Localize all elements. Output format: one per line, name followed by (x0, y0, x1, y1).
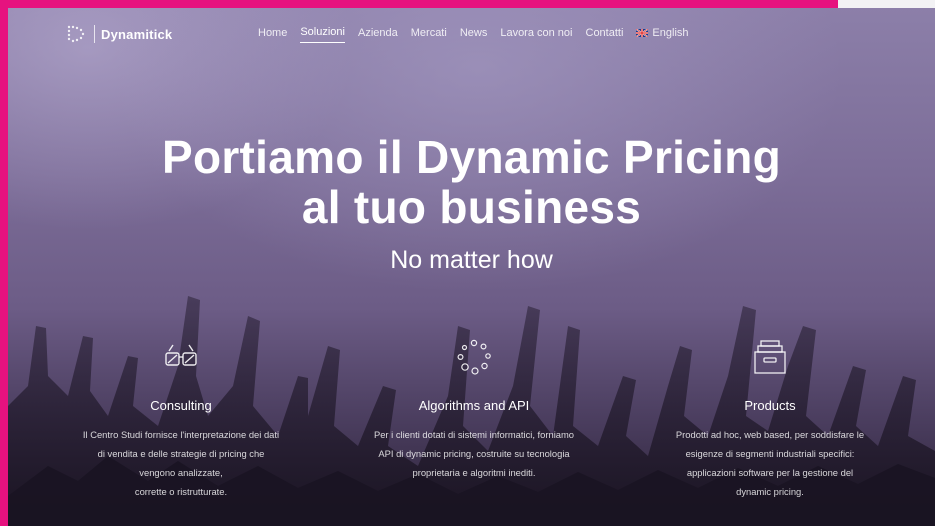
nav-item-news[interactable]: News (460, 26, 488, 43)
3d-glasses-icon (165, 344, 197, 366)
feature-line: corrette o ristrutturate. (134, 486, 228, 497)
feature-algorithms-api: Algorithms and API Per i clienti dotati … (344, 336, 604, 482)
feature-line: applicazioni software per la gestione de… (686, 467, 854, 478)
feature-line: proprietaria e algoritmi inediti. (412, 467, 536, 478)
feature-line: di vendita e delle strategie di pricing … (97, 448, 265, 459)
feature-title: Products (744, 398, 796, 413)
feature-line: Prodotti ad hoc, web based, per soddisfa… (675, 429, 865, 440)
hero-title-line1: Portiamo il Dynamic Pricing (161, 131, 782, 183)
feature-title: Consulting (150, 398, 212, 413)
nav-item-home[interactable]: Home (258, 26, 287, 43)
nav-item-azienda[interactable]: Azienda (358, 26, 398, 43)
main-menu: Home Soluzioni Azienda Mercati News Lavo… (258, 26, 702, 43)
language-label: English (652, 26, 689, 39)
feature-description: Per i clienti dotati di sistemi informat… (344, 425, 604, 482)
feature-products: Products Prodotti ad hoc, web based, per… (640, 336, 900, 501)
corner-bar (838, 0, 935, 8)
feature-line: API di dynamic pricing, costruite su tec… (378, 448, 570, 459)
feature-description: Il Centro Studi fornisce l'interpretazio… (51, 425, 311, 501)
feature-line: Il Centro Studi fornisce l'interpretazio… (82, 429, 280, 440)
archive-box-icon (754, 340, 786, 374)
logo-divider (94, 25, 95, 43)
feature-description: Prodotti ad hoc, web based, per soddisfa… (640, 425, 900, 501)
feature-consulting: Consulting Il Centro Studi fornisce l'in… (51, 336, 311, 501)
brand-logo[interactable]: Dynamitick (66, 24, 172, 44)
hero-section: Dynamitick Home Soluzioni Azienda Mercat… (8, 8, 935, 526)
hero-title: Portiamo il Dynamic Pricing al tuo busin… (8, 132, 935, 232)
nav-item-lavora-con-noi[interactable]: Lavora con noi (500, 26, 572, 43)
uk-flag-icon (636, 28, 649, 37)
hero-subtitle: No matter how (390, 246, 553, 274)
feature-line: esigenze di segmenti industriali specifi… (685, 448, 855, 459)
brand-name: Dynamitick (101, 26, 173, 42)
feature-title: Algorithms and API (418, 398, 530, 413)
feature-line: dynamic pricing. (736, 486, 804, 497)
nav-item-soluzioni[interactable]: Soluzioni (300, 26, 345, 43)
dotted-circle-icon (457, 339, 491, 375)
top-nav: Dynamitick Home Soluzioni Azienda Mercat… (8, 8, 935, 58)
nav-item-contatti[interactable]: Contatti (586, 26, 624, 43)
dynamitick-logo-icon (67, 25, 85, 43)
feature-line: vengono analizzate, (139, 467, 223, 478)
language-switch[interactable]: English (636, 26, 689, 43)
hero-title-line2: al tuo business (301, 181, 642, 233)
nav-item-mercati[interactable]: Mercati (411, 26, 447, 43)
feature-line: Per i clienti dotati di sistemi informat… (373, 429, 575, 440)
